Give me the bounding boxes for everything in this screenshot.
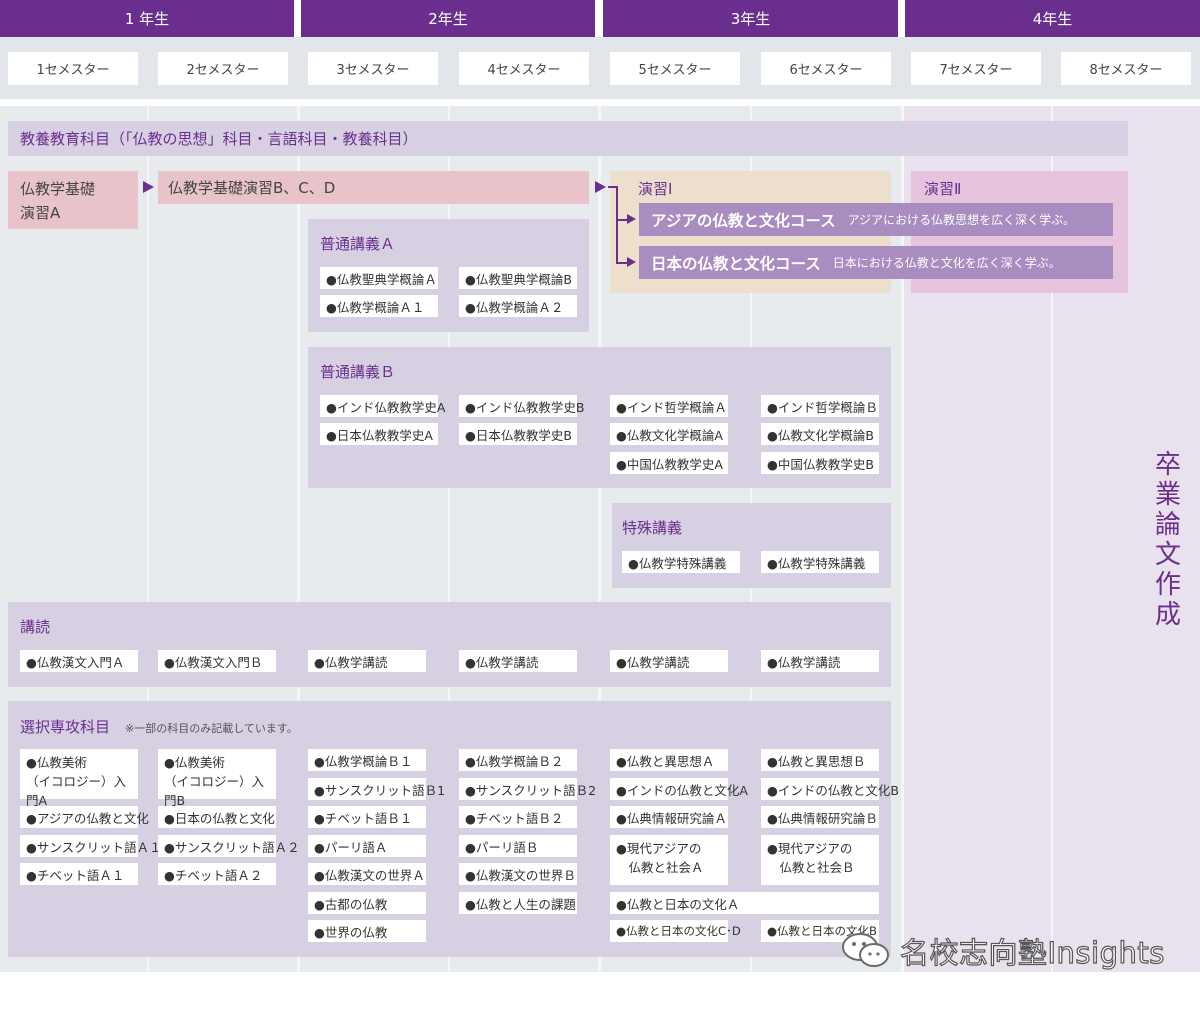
- course-chip: ●仏教聖典学概論Ａ: [320, 267, 438, 289]
- course-chip: ●仏教と異思想Ｂ: [761, 749, 879, 771]
- course-chip: ●現代アジアの 仏教と社会Ａ: [610, 835, 728, 885]
- course-chip: ●パーリ語Ｂ: [459, 835, 577, 857]
- course-chip: ●仏教と日本の文化Ａ: [610, 892, 879, 914]
- arrow-icon: [143, 181, 154, 193]
- course-chip: ●仏教学講読: [761, 650, 879, 672]
- course-chip: ●アジアの仏教と文化: [20, 806, 149, 828]
- course-chip: ●中国仏教教学史A: [610, 452, 728, 474]
- semester-5: 5セメスター: [610, 52, 740, 85]
- year-1-header: 1 年生: [0, 0, 294, 37]
- course-chip: ●仏教美術 （イコロジー）入門A: [20, 749, 138, 808]
- semester-2: 2セメスター: [158, 52, 288, 85]
- course-chip: ●仏教漢文入門Ｂ: [158, 650, 276, 672]
- course-chip: ●インド仏教教学史B: [459, 395, 584, 417]
- semester-7: 7セメスター: [911, 52, 1041, 85]
- course-chip: ●仏教と異思想Ａ: [610, 749, 728, 771]
- year-4-header: 4年生: [905, 0, 1200, 37]
- course-chip: ●日本仏教教学史B: [459, 423, 577, 445]
- course-chip: ●インド仏教教学史A: [320, 395, 445, 417]
- course-chip: ●インド哲学概論Ａ: [610, 395, 728, 417]
- connector-line: [616, 186, 618, 263]
- course-chip: ●パーリ語Ａ: [308, 835, 426, 857]
- year-2-header: 2年生: [301, 0, 595, 37]
- course-chip: ●仏教と日本の文化C･D: [610, 920, 741, 942]
- general-lecture-a-title: 普通講義Ａ: [320, 235, 396, 253]
- elective-box: [8, 701, 891, 957]
- course-chip: ●インドの仏教と文化A: [610, 778, 748, 800]
- watermark-text: 名校志向塾Insights: [899, 935, 1165, 970]
- course-chip: ●サンスクリット語Ａ１: [20, 835, 162, 857]
- chat-bubble-icon: [842, 933, 889, 967]
- course-chip: ●仏教文化学概論B: [761, 423, 879, 445]
- course-chip: ●インド哲学概論Ｂ: [761, 395, 879, 417]
- course-asia-desc: アジアにおける仏教思想を広く深く学ぶ。: [847, 213, 1076, 227]
- course-chip: ●サンスクリット語Ａ２: [158, 835, 300, 857]
- foundation-seminar-bcd: 仏教学基礎演習B、C、D: [158, 171, 589, 204]
- arrow-icon: [627, 257, 636, 267]
- course-chip: ●仏教美術 （イコロジー）入門B: [158, 749, 276, 808]
- course-japan-desc: 日本における仏教と文化を広く深く学ぶ。: [832, 256, 1061, 270]
- semester-3: 3セメスター: [308, 52, 438, 85]
- course-chip: ●古都の仏教: [308, 892, 426, 914]
- course-chip: ●インドの仏教と文化B: [761, 778, 899, 800]
- course-chip: ●サンスクリット語Ｂ2: [459, 778, 596, 800]
- course-chip: ●現代アジアの 仏教と社会Ｂ: [761, 835, 879, 885]
- course-chip: ●中国仏教教学史B: [761, 452, 879, 474]
- course-chip: ●チベット語Ａ１: [20, 863, 138, 885]
- liberal-arts-band: 教養教育科目（「仏教の思想」科目・言語科目・教養科目）: [8, 121, 1128, 156]
- course-chip: ●仏教漢文入門Ａ: [20, 650, 138, 672]
- course-chip: ●仏教学講読: [308, 650, 426, 672]
- elective-note: ※一部の科目のみ記載しています。: [125, 722, 298, 735]
- course-chip: ●仏教学概論Ｂ１: [308, 749, 426, 771]
- course-chip: ●仏教文化学概論A: [610, 423, 728, 445]
- semester-1: 1セメスター: [8, 52, 138, 85]
- general-lecture-b-title: 普通講義Ｂ: [320, 363, 396, 381]
- course-chip: ●仏教学講読: [459, 650, 577, 672]
- special-lecture-title: 特殊講義: [622, 519, 683, 537]
- course-chip: ●チベット語Ａ２: [158, 863, 276, 885]
- course-chip: ●仏典情報研究論Ａ: [610, 806, 728, 828]
- course-japan: 日本の仏教と文化コース 日本における仏教と文化を広く深く学ぶ。: [639, 246, 1113, 279]
- course-asia: アジアの仏教と文化コース アジアにおける仏教思想を広く深く学ぶ。: [639, 203, 1113, 236]
- course-chip: ●チベット語Ｂ１: [308, 806, 426, 828]
- arrow-icon: [595, 181, 606, 193]
- course-chip: ●仏教学特殊講義: [761, 551, 879, 573]
- course-chip: ●仏教学特殊講義: [622, 551, 740, 573]
- year-3-header: 3年生: [603, 0, 898, 37]
- foundation-seminar-a: 仏教学基礎 演習A: [8, 171, 138, 229]
- course-asia-name: アジアの仏教と文化コース: [651, 211, 836, 230]
- course-japan-name: 日本の仏教と文化コース: [651, 254, 821, 273]
- course-chip: ●仏教と人生の課題: [459, 892, 577, 914]
- reading-box: [8, 602, 891, 687]
- watermark: 名校志向塾Insights: [840, 930, 1165, 972]
- course-chip: ●日本の仏教と文化: [158, 806, 276, 828]
- course-chip: ●仏教漢文の世界Ａ: [308, 863, 426, 885]
- special-lecture-box: [612, 503, 891, 588]
- semester-6: 6セメスター: [761, 52, 891, 85]
- course-chip: ●サンスクリット語Ｂ1: [308, 778, 445, 800]
- course-chip: ●仏教漢文の世界Ｂ: [459, 863, 577, 885]
- course-chip: ●仏教学概論Ａ１: [320, 295, 438, 317]
- graduation-thesis-label: 卒業論文作成: [1154, 450, 1181, 630]
- course-chip: ●仏典情報研究論Ｂ: [761, 806, 879, 828]
- course-chip: ●仏教学講読: [610, 650, 728, 672]
- course-chip: ●日本仏教教学史A: [320, 423, 438, 445]
- seminar-1-title: 演習Ⅰ: [638, 180, 673, 198]
- elective-title: 選択専攻科目: [20, 718, 111, 736]
- course-chip: ●仏教学概論Ａ２: [459, 295, 577, 317]
- semester-8: 8セメスター: [1061, 52, 1191, 85]
- course-chip: ●チベット語Ｂ２: [459, 806, 577, 828]
- course-chip: ●世界の仏教: [308, 920, 426, 942]
- course-chip: ●仏教聖典学概論B: [459, 267, 577, 289]
- semester-4: 4セメスター: [459, 52, 589, 85]
- course-chip: ●仏教学概論Ｂ２: [459, 749, 577, 771]
- reading-title: 講読: [20, 618, 51, 636]
- seminar-2-title: 演習Ⅱ: [924, 180, 962, 198]
- arrow-icon: [627, 214, 636, 224]
